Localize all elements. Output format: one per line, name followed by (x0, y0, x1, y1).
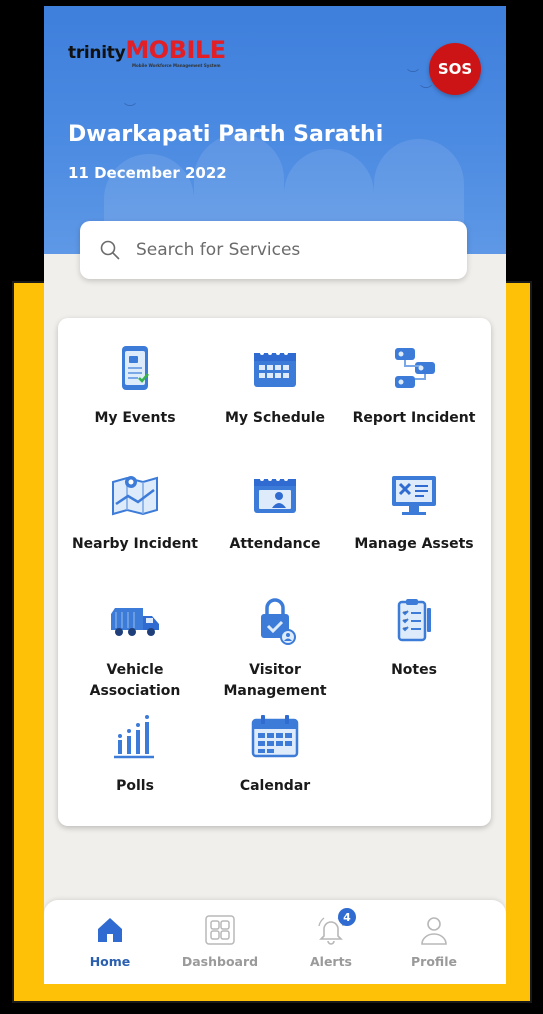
bottom-navigation: Home Dashboard 4 Alerts Profile (44, 900, 506, 984)
service-my-schedule[interactable]: My Schedule (205, 342, 345, 429)
home-icon (98, 918, 122, 942)
nav-label: Alerts (309, 954, 353, 969)
manage-assets-icon (392, 476, 436, 515)
service-notes[interactable]: Notes (344, 594, 484, 681)
schedule-calendar-icon (254, 351, 296, 387)
service-manage-assets[interactable]: Manage Assets (344, 468, 484, 555)
bird-decoration-icon: ︶ (124, 102, 137, 116)
app-logo: trinityMOBILE Mobile Workforce Managemen… (68, 36, 226, 70)
service-label: Calendar (239, 778, 311, 794)
nav-label: Profile (411, 954, 457, 969)
attendance-icon (254, 477, 296, 513)
service-label: Polls (116, 778, 154, 794)
nav-label: Home (89, 954, 131, 969)
service-attendance[interactable]: Attendance (205, 468, 345, 555)
service-label: Manage Assets (354, 536, 474, 552)
nav-home[interactable]: Home (60, 914, 160, 969)
alerts-count-badge: 4 (338, 908, 356, 926)
service-label: Visitor Management (223, 662, 327, 699)
service-visitor-management[interactable]: Visitor Management (205, 594, 345, 702)
logo-tagline: Mobile Workforce Management System (132, 63, 221, 68)
nav-profile[interactable]: Profile (384, 914, 484, 969)
profile-icon (421, 917, 447, 945)
logo-secondary: MOBILE (125, 36, 226, 64)
logo-primary: trinity (68, 43, 126, 63)
service-label: Attendance (229, 536, 321, 552)
polls-chart-icon (114, 715, 154, 759)
notes-clipboard-icon (397, 599, 431, 642)
calendar-icon (251, 715, 299, 758)
service-polls[interactable]: Polls (65, 710, 205, 797)
service-label: Vehicle Association (89, 662, 181, 699)
service-vehicle-association[interactable]: Vehicle Association (65, 594, 205, 702)
service-report-incident[interactable]: Report Incident (344, 342, 484, 429)
search-input[interactable] (136, 240, 436, 260)
service-label: My Schedule (224, 410, 326, 426)
service-label: Nearby Incident (71, 536, 199, 552)
service-label: Report Incident (352, 410, 476, 426)
map-location-icon (112, 476, 158, 516)
service-calendar[interactable]: Calendar (205, 710, 345, 797)
services-grid: My Events My Schedule Report Incident Ne… (58, 318, 491, 826)
bird-decoration-icon: ︶ (407, 68, 420, 82)
search-bar[interactable] (80, 221, 467, 279)
search-icon (100, 240, 120, 260)
phone-screen: ︶ ︶ ︶ trinityMOBILE Mobile Workforce Man… (44, 6, 506, 984)
service-my-events[interactable]: My Events (65, 342, 205, 429)
header-banner: ︶ ︶ ︶ trinityMOBILE Mobile Workforce Man… (44, 6, 506, 254)
nav-alerts[interactable]: 4 Alerts (281, 908, 381, 969)
report-incident-icon (395, 348, 435, 388)
service-label: My Events (94, 410, 176, 426)
bird-decoration-icon: ︶ (420, 84, 433, 98)
truck-icon (111, 608, 159, 636)
events-clipboard-icon (122, 346, 149, 390)
nav-label: Dashboard (181, 954, 259, 969)
sos-button[interactable]: SOS (429, 43, 481, 95)
dashboard-icon (205, 915, 235, 945)
service-nearby-incident[interactable]: Nearby Incident (65, 468, 205, 555)
visitor-lock-icon (261, 598, 296, 645)
current-date: 11 December 2022 (68, 164, 227, 182)
user-name: Dwarkapati Parth Sarathi (68, 122, 384, 147)
nav-dashboard[interactable]: Dashboard (170, 914, 270, 969)
service-label: Notes (391, 662, 437, 678)
